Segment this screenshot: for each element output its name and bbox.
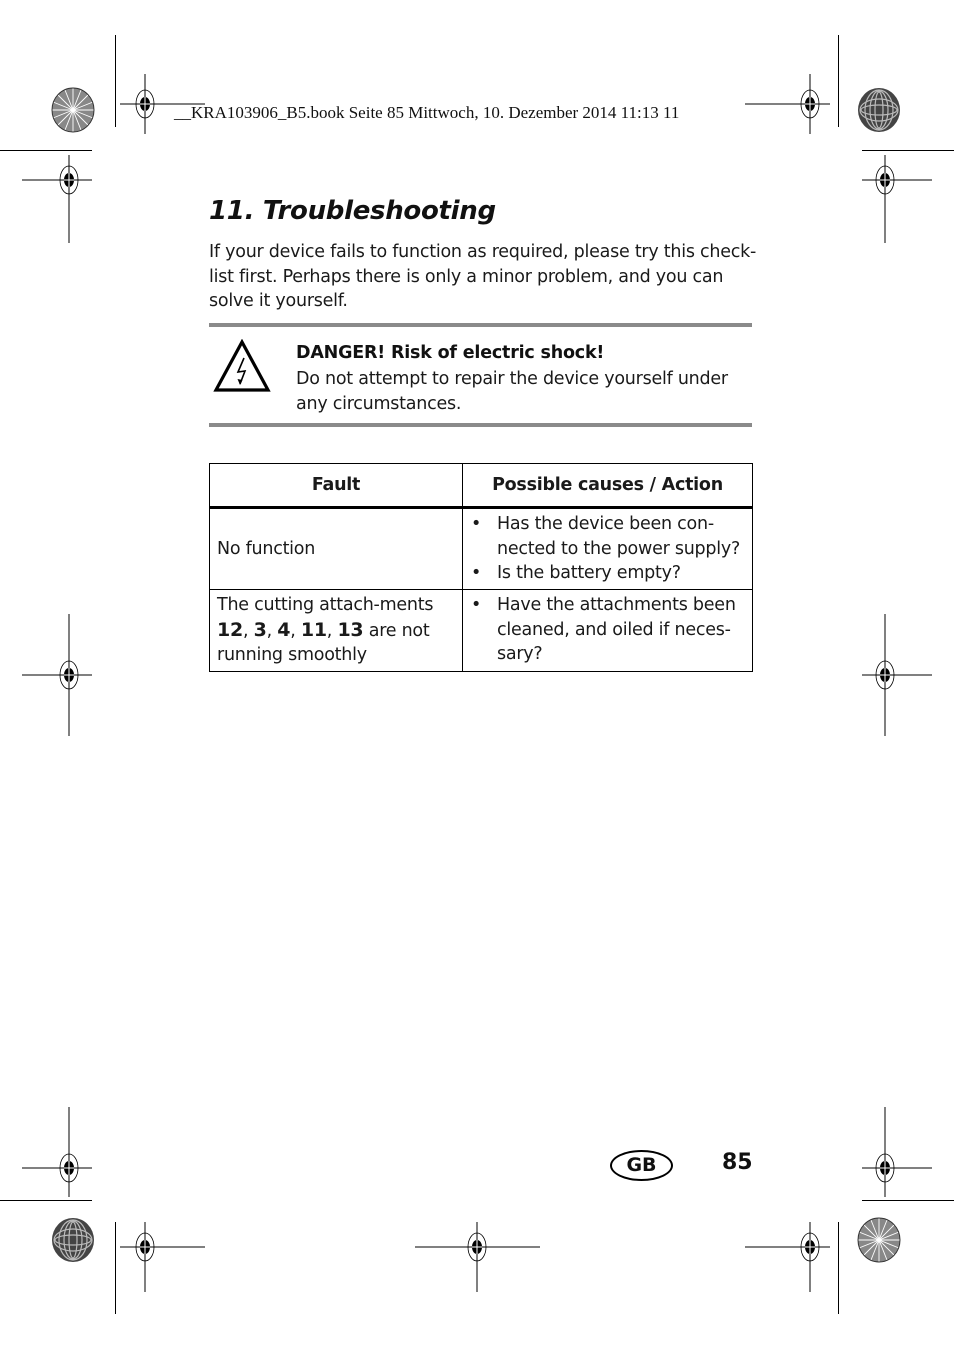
crop-line — [0, 1200, 92, 1201]
fault-cell: No function — [209, 507, 463, 590]
causes-cell: Has the device been con-nected to the po… — [462, 507, 753, 590]
column-header-fault: Fault — [209, 463, 463, 509]
table-row: No function Has the device been con-nect… — [209, 507, 753, 590]
cause-item: Have the attachments been cleaned, and o… — [470, 593, 745, 667]
moire-calibration-icon — [52, 1218, 94, 1262]
crop-line — [115, 35, 116, 127]
intro-paragraph: If your device fails to function as requ… — [209, 242, 757, 311]
notice-top-rule — [209, 323, 752, 327]
causes-cell: Have the attachments been cleaned, and o… — [462, 589, 753, 672]
cause-item: Is the battery empty? — [470, 561, 745, 586]
part-number: 13 — [337, 618, 364, 641]
troubleshooting-table: Fault Possible causes / Action No functi… — [209, 463, 753, 672]
crop-line — [862, 1200, 954, 1201]
registration-mark-icon — [745, 74, 830, 134]
part-number: 4 — [277, 618, 291, 641]
registration-mark-icon — [22, 1107, 92, 1197]
registration-mark-icon — [22, 155, 92, 243]
column-header-causes: Possible causes / Action — [462, 463, 753, 509]
registration-mark-icon — [415, 1222, 540, 1292]
registration-mark-icon — [862, 155, 932, 243]
fault-text: The cutting attach-ments — [217, 595, 434, 615]
notice-bottom-rule — [209, 423, 752, 427]
starburst-calibration-icon — [857, 1217, 901, 1263]
cause-item: Has the device been con-nected to the po… — [470, 512, 745, 561]
part-number: 3 — [253, 618, 267, 641]
part-number: 11 — [300, 618, 327, 641]
language-badge: GB — [610, 1150, 673, 1181]
electric-shock-warning-icon — [213, 339, 271, 392]
crop-line — [115, 1222, 116, 1314]
crop-line — [862, 150, 954, 151]
section-title: 11. Troubleshooting — [209, 196, 496, 226]
danger-notice: DANGER! Risk of electric shock! Do not a… — [209, 323, 752, 427]
page-number: 85 — [722, 1150, 753, 1175]
registration-mark-icon — [745, 1222, 830, 1292]
part-number: 12 — [217, 618, 243, 641]
starburst-calibration-icon — [51, 87, 95, 133]
table-row: The cutting attach-ments 12, 3, 4, 11, 1… — [209, 589, 753, 672]
danger-text: Do not attempt to repair the device your… — [296, 369, 728, 414]
danger-title: DANGER! Risk of electric shock! — [296, 343, 605, 363]
print-header: __KRA103906_B5.book Seite 85 Mittwoch, 1… — [174, 103, 680, 122]
fault-cell: The cutting attach-ments 12, 3, 4, 11, 1… — [209, 589, 463, 672]
registration-mark-icon — [120, 1222, 205, 1292]
crop-line — [838, 1222, 839, 1314]
crop-line — [0, 150, 92, 151]
moire-calibration-icon — [858, 88, 900, 132]
table-header-row: Fault Possible causes / Action — [209, 463, 753, 509]
registration-mark-icon — [862, 1107, 932, 1197]
crop-line — [838, 35, 839, 127]
registration-mark-icon — [862, 614, 932, 736]
registration-mark-icon — [22, 614, 92, 736]
